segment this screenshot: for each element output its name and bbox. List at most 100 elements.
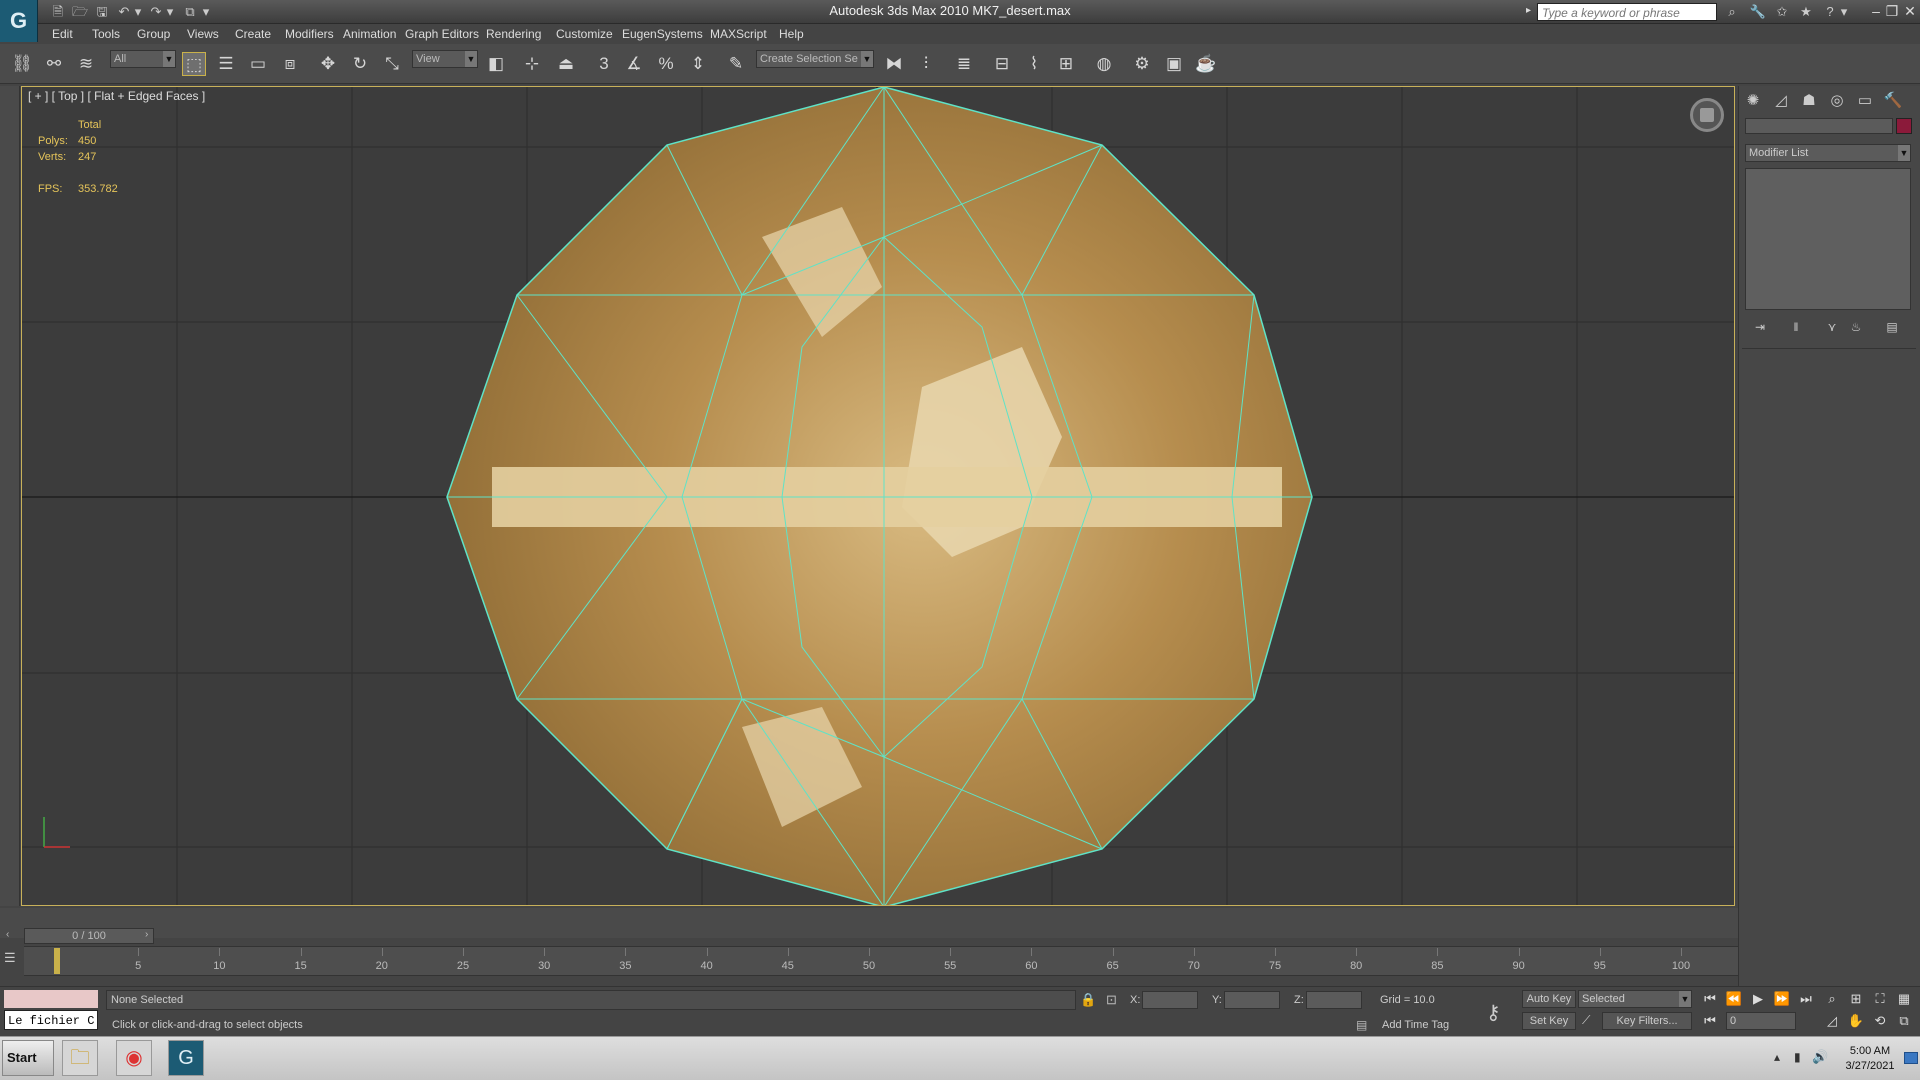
align-icon[interactable]: ⫶ xyxy=(914,52,938,76)
menu-tools[interactable]: Tools xyxy=(92,26,120,42)
manipulate-icon[interactable]: ⊹ xyxy=(520,52,544,76)
subscription-icon[interactable]: 🔧 xyxy=(1748,3,1768,21)
system-clock[interactable]: 5:00 AM 3/27/2021 xyxy=(1830,1044,1910,1074)
action-center-icon[interactable] xyxy=(1904,1052,1918,1064)
minimize-icon[interactable]: – xyxy=(1868,2,1884,20)
undo-dropdown-icon[interactable]: ▾ xyxy=(132,3,144,21)
search-icon[interactable]: ⌕ xyxy=(1722,3,1742,21)
zoom-icon[interactable]: ⌕ xyxy=(1822,990,1842,1008)
menu-animation[interactable]: Animation xyxy=(343,26,396,42)
search-expand-icon[interactable]: ▸ xyxy=(1526,5,1531,16)
menu-group[interactable]: Group xyxy=(137,26,170,42)
time-slider[interactable]: 0 / 100 xyxy=(24,928,154,944)
set-key-button[interactable]: Set Key xyxy=(1522,1012,1576,1030)
new-file-icon[interactable]: 🗎 xyxy=(48,3,68,21)
select-by-name-icon[interactable]: ☰ xyxy=(214,52,238,76)
angle-snap-icon[interactable]: ∡ xyxy=(622,52,646,76)
object-name-input[interactable] xyxy=(1745,118,1893,134)
undo-icon[interactable]: ↶ xyxy=(114,3,134,21)
percent-snap-icon[interactable]: % xyxy=(654,52,678,76)
viewport-label[interactable]: [ + ] [ Top ] [ Flat + Edged Faces ] xyxy=(28,89,205,103)
mirror-icon[interactable]: ⧓ xyxy=(882,52,906,76)
help-icon[interactable]: ? xyxy=(1820,3,1840,21)
zoom-extents-icon[interactable]: ⛶ xyxy=(1870,990,1890,1008)
reference-coordinate-dropdown[interactable]: View ▼ xyxy=(412,50,478,68)
pivot-center-icon[interactable]: ◧ xyxy=(484,52,508,76)
help-dropdown-icon[interactable]: ▾ xyxy=(1838,3,1850,21)
previous-frame-arrow-icon[interactable]: ‹ xyxy=(6,929,9,940)
select-and-rotate-icon[interactable]: ↻ xyxy=(348,52,372,76)
lock-selection-icon[interactable]: 🔒 xyxy=(1080,992,1096,1008)
chrome-icon[interactable]: ◉ xyxy=(116,1040,152,1076)
favorites-icon[interactable]: ★ xyxy=(1796,3,1816,21)
app-logo-icon[interactable]: G xyxy=(0,0,38,42)
3ds-max-taskbar-icon[interactable]: G xyxy=(168,1040,204,1076)
curve-editor-icon[interactable]: ⌇ xyxy=(1022,52,1046,76)
snaps-toggle-icon[interactable]: 3 xyxy=(592,52,616,76)
menu-rendering[interactable]: Rendering xyxy=(486,26,541,42)
material-editor-icon[interactable]: ◍ xyxy=(1092,52,1116,76)
time-cursor[interactable] xyxy=(54,948,60,974)
key-mode-toggle-icon[interactable]: ⏮ xyxy=(1700,1012,1720,1030)
zoom-extents-all-icon[interactable]: ▦ xyxy=(1894,990,1914,1008)
save-file-icon[interactable]: 🖫 xyxy=(92,3,112,21)
default-in-out-tangents-icon[interactable]: ⟋ xyxy=(1582,1013,1590,1028)
menu-help[interactable]: Help xyxy=(779,26,804,42)
search-input[interactable]: Type a keyword or phrase xyxy=(1537,3,1717,21)
x-coordinate-input[interactable] xyxy=(1142,991,1198,1009)
menu-create[interactable]: Create xyxy=(235,26,271,42)
previous-frame-icon[interactable]: ⏪ xyxy=(1724,990,1744,1008)
spinner-snap-icon[interactable]: ⇕ xyxy=(686,52,710,76)
selection-filter-dropdown[interactable]: All ▼ xyxy=(110,50,176,68)
modify-tab-icon[interactable]: ◿ xyxy=(1770,90,1792,112)
next-frame-icon[interactable]: ⏩ xyxy=(1772,990,1792,1008)
select-and-move-icon[interactable]: ✥ xyxy=(316,52,340,76)
menu-graph-editors[interactable]: Graph Editors xyxy=(405,26,479,42)
absolute-mode-icon[interactable]: ⊡ xyxy=(1106,992,1117,1008)
show-end-result-icon[interactable]: ‖ xyxy=(1786,318,1806,336)
maxscript-listener-output[interactable]: Le fichier C xyxy=(4,1010,98,1030)
menu-customize[interactable]: Customize xyxy=(556,26,613,42)
schematic-view-icon[interactable]: ⊞ xyxy=(1054,52,1078,76)
object-color-swatch[interactable] xyxy=(1896,118,1912,134)
redo-dropdown-icon[interactable]: ▾ xyxy=(164,3,176,21)
remove-modifier-icon[interactable]: ♨ xyxy=(1846,318,1866,336)
keyboard-shortcut-override-icon[interactable]: ⏏ xyxy=(554,52,578,76)
modifier-stack[interactable] xyxy=(1745,168,1911,310)
pin-stack-icon[interactable]: ⇥ xyxy=(1750,318,1770,336)
start-button[interactable]: Start xyxy=(2,1040,54,1076)
bind-to-space-warp-icon[interactable]: ≋ xyxy=(74,52,98,76)
key-mode-dropdown[interactable]: Selected ▼ xyxy=(1578,990,1692,1008)
restore-icon[interactable]: ❐ xyxy=(1884,2,1900,20)
next-frame-arrow-icon[interactable]: › xyxy=(145,929,148,940)
create-tab-icon[interactable]: ✺ xyxy=(1742,90,1764,112)
sphere-mesh[interactable] xyxy=(446,87,1313,906)
current-frame-input[interactable]: 0 xyxy=(1726,1012,1796,1030)
make-unique-icon[interactable]: ⋎ xyxy=(1822,318,1842,336)
network-icon[interactable]: ▮ xyxy=(1794,1050,1801,1064)
menu-views[interactable]: Views xyxy=(187,26,219,42)
maxscript-listener-macro[interactable] xyxy=(4,990,98,1008)
file-explorer-icon[interactable]: 🗀 xyxy=(62,1040,98,1076)
auto-key-button[interactable]: Auto Key xyxy=(1522,990,1576,1008)
key-filters-button[interactable]: Key Filters... xyxy=(1602,1012,1692,1030)
set-key-toggle-icon[interactable]: ⚷ xyxy=(1486,1000,1501,1025)
go-to-end-icon[interactable]: ⏭ xyxy=(1796,990,1816,1008)
pan-view-icon[interactable]: ✋ xyxy=(1846,1012,1866,1030)
close-icon[interactable]: ✕ xyxy=(1902,2,1918,20)
render-production-icon[interactable]: ☕ xyxy=(1194,52,1218,76)
modifier-list-dropdown[interactable]: Modifier List ▼ xyxy=(1745,144,1911,162)
menu-modifiers[interactable]: Modifiers xyxy=(285,26,334,42)
rendered-frame-window-icon[interactable]: ▣ xyxy=(1162,52,1186,76)
project-folder-icon[interactable]: ⧉ xyxy=(180,3,200,21)
show-hidden-icons-icon[interactable]: ▴ xyxy=(1774,1050,1780,1064)
add-time-tag[interactable]: Add Time Tag xyxy=(1382,1019,1449,1031)
redo-icon[interactable]: ↷ xyxy=(146,3,166,21)
top-viewport[interactable] xyxy=(21,86,1735,906)
utilities-tab-icon[interactable]: 🔨 xyxy=(1882,90,1904,112)
communication-icon[interactable]: ✩ xyxy=(1772,3,1792,21)
select-object-icon[interactable]: ⬚ xyxy=(182,52,206,76)
hierarchy-tab-icon[interactable]: ☗ xyxy=(1798,90,1820,112)
render-setup-icon[interactable]: ⚙ xyxy=(1130,52,1154,76)
steering-wheel-center-icon[interactable] xyxy=(1700,108,1714,122)
